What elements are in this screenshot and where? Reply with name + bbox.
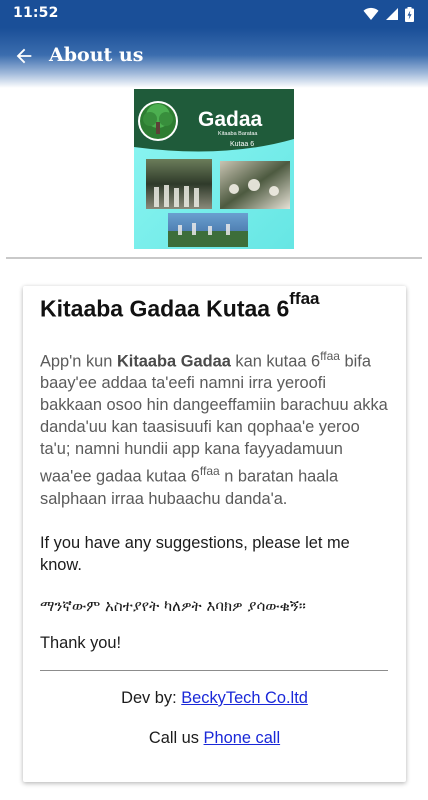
arrow-back-icon	[16, 48, 32, 64]
phone-call-link[interactable]: Phone call	[204, 729, 281, 747]
amharic-suggestions-text: ማንኛውም አስተያየት ካለዎት እባክዎ ያሳውቁኝ።	[40, 597, 306, 615]
battery-icon	[405, 6, 414, 22]
status-icons	[363, 6, 414, 22]
app-description: App'n kun Kitaaba Gadaa kan kutaa 6ffaa …	[40, 349, 388, 508]
back-button[interactable]	[8, 40, 40, 72]
developer-link[interactable]: BeckyTech Co.ltd	[181, 689, 308, 707]
header-divider	[6, 257, 422, 259]
title-superscript: ffaa	[289, 289, 320, 308]
call-label: Call us	[148, 729, 204, 747]
app-logo: Gadaa Kitaaba Barataa Kutaa 6	[134, 89, 294, 249]
signal-icon	[386, 8, 398, 20]
thanks-text: Thank you!	[40, 634, 122, 652]
call-line: Call us Phone call	[23, 729, 406, 748]
about-card: Kitaaba Gadaa Kutaa 6ffaa App'n kun Kita…	[23, 286, 406, 782]
logo-subtitle: Kitaaba Barataa	[218, 131, 258, 137]
wifi-icon	[363, 7, 379, 20]
logo-title: Gadaa	[198, 108, 263, 131]
page-title: About us	[49, 44, 144, 66]
status-time: 11:52	[13, 5, 59, 21]
dev-label: Dev by:	[121, 689, 182, 707]
card-title: Kitaaba Gadaa Kutaa 6ffaa	[40, 289, 320, 322]
app-bar: About us	[0, 28, 428, 88]
developer-line: Dev by: BeckyTech Co.ltd	[23, 689, 406, 708]
logo-grade: Kutaa 6	[230, 141, 254, 148]
status-bar: 11:52	[0, 0, 428, 28]
suggestions-text: If you have any suggestions, please let …	[40, 534, 350, 574]
card-divider	[40, 670, 388, 671]
